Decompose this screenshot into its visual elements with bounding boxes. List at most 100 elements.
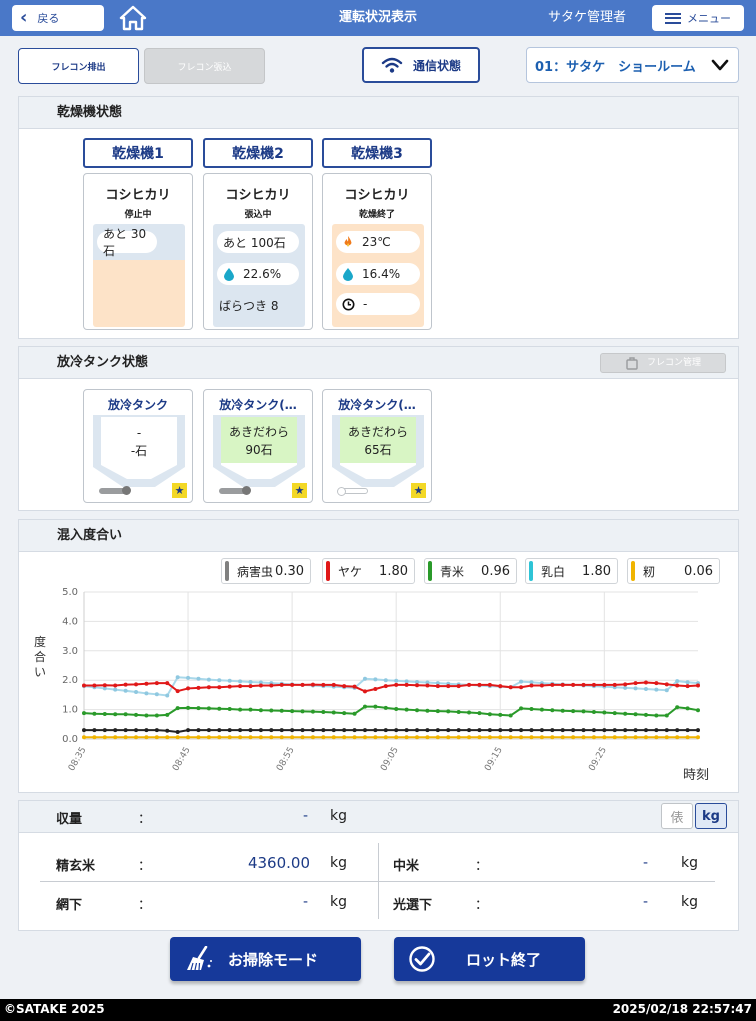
dryer-tab-2[interactable]: 乾燥機2 (203, 138, 313, 168)
data-point (685, 735, 690, 740)
back-button[interactable]: ‹ 戻る (12, 5, 104, 31)
data-point (113, 712, 118, 717)
yield-colon: ： (475, 859, 489, 874)
data-point (321, 735, 326, 740)
y-tick-label: 1.0 (62, 705, 78, 716)
legend-chip-pest[interactable]: 病害虫 0.30 (221, 558, 311, 584)
data-point (175, 729, 180, 734)
dryer-variation: ばらつき 8 (219, 299, 279, 313)
data-point (310, 735, 315, 740)
data-point (498, 728, 503, 733)
unit-kg-toggle[interactable]: kg (695, 803, 727, 829)
x-tick-label: 09:05 (379, 746, 401, 773)
data-point (519, 685, 524, 690)
tank-valve-slider[interactable] (99, 486, 131, 495)
back-button-label: 戻る (37, 12, 60, 25)
data-point (696, 728, 700, 733)
data-point (696, 735, 700, 740)
site-select[interactable]: 01：サタケ ショールーム (526, 47, 739, 83)
mix-panel-title: 混入度合い (19, 520, 738, 552)
data-point (519, 735, 524, 740)
dryer-card-3[interactable]: コシヒカリ 乾燥終了 23℃ 16.4% - (322, 173, 432, 330)
data-point (102, 683, 107, 688)
data-point (248, 735, 253, 740)
dryer-card-1[interactable]: コシヒカリ 停止中 あと 30石 (83, 173, 193, 330)
y-tick-label: 3.0 (62, 646, 78, 657)
lot-end-button[interactable]: ロット終了 (394, 937, 585, 981)
data-point (508, 713, 513, 718)
data-point (539, 728, 544, 733)
flecon-discharge-button[interactable]: フレコン排出 (18, 48, 139, 84)
data-point (446, 709, 451, 714)
data-point (456, 728, 461, 733)
data-point (654, 713, 659, 718)
data-point (519, 728, 524, 733)
legend-label: 青米 (440, 564, 465, 579)
legend-chip-chalky[interactable]: 乳白 1.80 (525, 558, 618, 584)
data-point (258, 728, 263, 733)
data-point (248, 684, 253, 689)
data-point (612, 735, 617, 740)
data-point (123, 682, 128, 687)
data-point (581, 735, 586, 740)
data-point (477, 735, 482, 740)
yield-row-value: 4360.00 (247, 854, 310, 872)
dryer-tab-3[interactable]: 乾燥機3 (322, 138, 432, 168)
data-point (342, 684, 347, 689)
tank-panel-header: 放冷タンク状態 フレコン管理 (19, 347, 738, 379)
tank-valve-slider[interactable] (337, 487, 368, 496)
comm-status-button[interactable]: 通信状態 (362, 47, 480, 83)
legend-chip-burnt[interactable]: ヤケ 1.80 (322, 558, 415, 584)
dryer-tab-1[interactable]: 乾燥機1 (83, 138, 193, 168)
data-point (206, 706, 211, 711)
data-point (352, 684, 357, 689)
yield-row-label: 光選下 (393, 898, 433, 913)
star-icon[interactable]: ★ (292, 483, 307, 498)
data-point (508, 728, 513, 733)
tank-card-1[interactable]: 放冷タンク - -石 ★ (83, 389, 193, 503)
star-icon[interactable]: ★ (411, 483, 426, 498)
flecon-management-button[interactable]: フレコン管理 (600, 353, 726, 373)
data-point (560, 708, 565, 713)
legend-chip-paddy[interactable]: 籾 0.06 (627, 558, 720, 584)
data-point (591, 735, 596, 740)
cleaning-mode-button[interactable]: お掃除モード (170, 937, 361, 981)
y-axis-label: 度 (34, 634, 46, 649)
tank-card-3[interactable]: 放冷タンク(… あきだわら 65石 ★ (322, 389, 432, 503)
legend-chip-green[interactable]: 青米 0.96 (424, 558, 517, 584)
data-point (373, 728, 378, 733)
data-point (664, 688, 669, 693)
data-point (675, 705, 680, 710)
dryer-tab-label: 乾燥機2 (232, 146, 284, 162)
data-point (425, 735, 430, 740)
data-point (696, 683, 700, 688)
data-point (467, 728, 472, 733)
tank-card-2[interactable]: 放冷タンク(… あきだわら 90石 ★ (203, 389, 313, 503)
data-point (591, 728, 596, 733)
tank-amount: 90石 (245, 443, 273, 457)
data-point (165, 728, 170, 733)
data-point (696, 708, 700, 713)
data-point (425, 683, 430, 688)
flecon-load-button[interactable]: フレコン張込 (144, 48, 265, 84)
home-icon[interactable] (118, 4, 148, 32)
data-point (113, 687, 118, 692)
menu-button-label: メニュー (687, 12, 731, 25)
legend-label: ヤケ (338, 564, 363, 579)
data-point (217, 685, 222, 690)
yield-colon: ： (138, 859, 152, 874)
data-point (383, 735, 388, 740)
wifi-icon (381, 57, 403, 73)
dryer-card-2[interactable]: コシヒカリ 張込中 あと 100石 22.6% ばらつき 8 (203, 173, 313, 330)
data-point (643, 728, 648, 733)
data-point (238, 728, 243, 733)
data-point (217, 728, 222, 733)
tank-valve-slider[interactable] (219, 486, 251, 495)
unit-bale-toggle[interactable]: 俵 (661, 803, 693, 829)
menu-button[interactable]: メニュー (652, 5, 744, 31)
data-point (477, 711, 482, 716)
star-icon[interactable]: ★ (172, 483, 187, 498)
yield-row-value: - (642, 894, 648, 910)
data-point (529, 735, 534, 740)
data-point (144, 681, 149, 686)
